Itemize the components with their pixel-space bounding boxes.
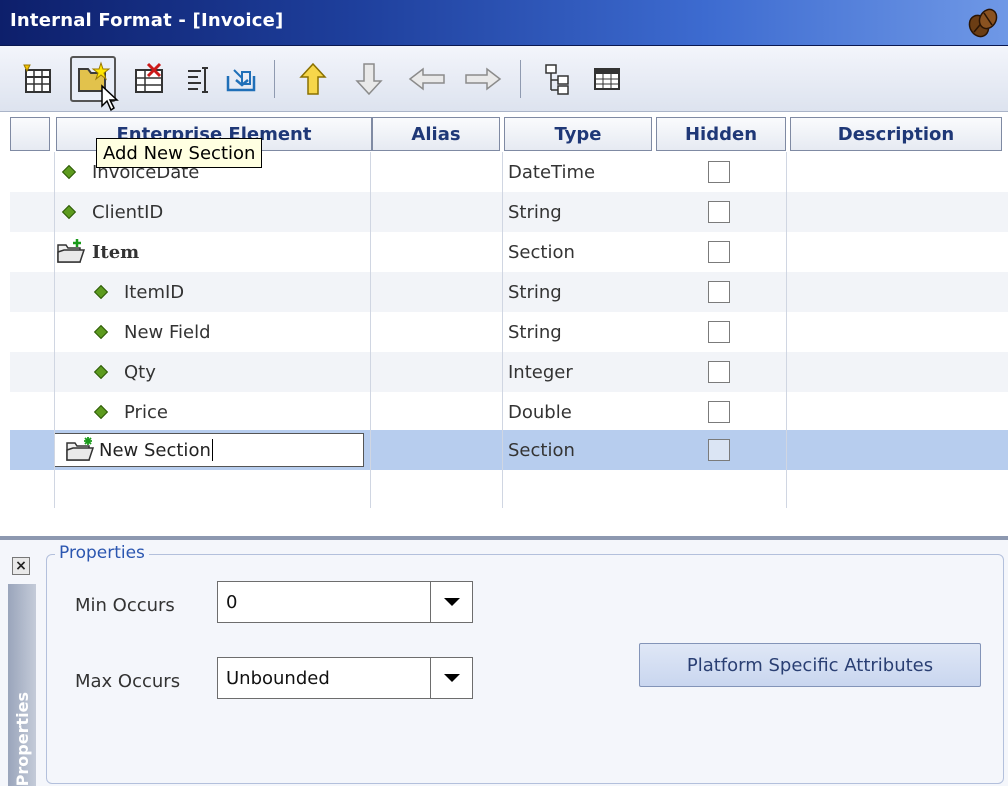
- field-icon: [61, 164, 77, 180]
- field-icon: [93, 364, 109, 380]
- element-name: ItemID: [124, 281, 185, 303]
- element-type: Double: [508, 401, 572, 423]
- move-down-icon: [355, 63, 383, 96]
- import-icon: [226, 69, 256, 92]
- min-occurs-value: 0: [226, 591, 238, 613]
- element-name: New Section: [99, 439, 211, 461]
- move-down-button[interactable]: [346, 56, 392, 102]
- move-right-button[interactable]: [460, 56, 506, 102]
- move-up-icon: [299, 62, 327, 95]
- hidden-checkbox[interactable]: [708, 321, 730, 343]
- column-divider: [370, 152, 371, 508]
- element-name: Price: [124, 401, 168, 423]
- element-name: New Field: [124, 321, 211, 343]
- hidden-checkbox[interactable]: [708, 201, 730, 223]
- column-header-alias[interactable]: Alias: [372, 117, 500, 151]
- hidden-checkbox[interactable]: [708, 281, 730, 303]
- element-name: Item: [92, 241, 140, 263]
- table-row[interactable]: Qty Integer: [10, 352, 1008, 392]
- properties-icon: [188, 67, 208, 93]
- window-title: Internal Format - [Invoice]: [10, 10, 284, 31]
- tooltip: Add New Section: [96, 138, 263, 168]
- move-up-button[interactable]: [290, 56, 336, 102]
- toolbar-separator: [520, 60, 521, 98]
- min-occurs-label: Min Occurs: [75, 595, 175, 616]
- element-name: Qty: [124, 361, 156, 383]
- delete-section-button[interactable]: [126, 56, 172, 102]
- column-divider: [502, 152, 503, 508]
- toolbar: [0, 46, 1008, 112]
- table-row[interactable]: Price Double: [10, 392, 1008, 432]
- properties-button[interactable]: [176, 56, 222, 102]
- column-header-description[interactable]: Description: [790, 117, 1002, 151]
- element-type: Section: [508, 439, 575, 461]
- mouse-cursor-icon: [101, 84, 119, 112]
- element-grid: Enterprise Element Alias Type Hidden Des…: [10, 112, 1008, 538]
- element-name-edit-field[interactable]: New Section: [54, 433, 364, 467]
- properties-group: Properties Min Occurs 0 Max Occurs Unbou…: [46, 543, 1004, 784]
- field-icon: [93, 404, 109, 420]
- table-row[interactable]: ItemID String: [10, 272, 1008, 312]
- field-icon: [93, 284, 109, 300]
- element-name: ClientID: [92, 201, 164, 223]
- move-left-button[interactable]: [404, 56, 450, 102]
- add-field-icon: [23, 64, 51, 93]
- element-type: Section: [508, 241, 575, 263]
- field-icon: [93, 324, 109, 340]
- close-icon[interactable]: ×: [12, 557, 30, 575]
- section-folder-icon: [57, 239, 86, 263]
- add-new-section-button[interactable]: [70, 56, 119, 112]
- column-header-type[interactable]: Type: [504, 117, 652, 151]
- table-row[interactable]: Item Section: [10, 232, 1008, 272]
- move-left-icon: [408, 67, 445, 91]
- hidden-checkbox[interactable]: [708, 361, 730, 383]
- move-right-icon: [465, 67, 502, 91]
- element-type: Integer: [508, 361, 573, 383]
- max-occurs-label: Max Occurs: [75, 671, 181, 692]
- properties-side-tab[interactable]: Properties: [8, 584, 36, 786]
- field-icon: [61, 204, 77, 220]
- element-type: DateTime: [508, 161, 596, 183]
- delete-icon: [135, 62, 163, 93]
- coffee-bean-icon: [968, 8, 998, 38]
- window-title-bar: Internal Format - [Invoice]: [0, 0, 1008, 46]
- platform-specific-attributes-button[interactable]: Platform Specific Attributes: [639, 643, 981, 687]
- column-header-hidden[interactable]: Hidden: [656, 117, 786, 151]
- row-selector-header[interactable]: [10, 117, 50, 151]
- properties-side-label: Properties: [12, 691, 32, 786]
- chevron-down-icon[interactable]: [430, 582, 472, 622]
- add-field-button[interactable]: [14, 56, 60, 102]
- text-caret: [211, 439, 213, 461]
- table-row-selected[interactable]: New Section Section: [10, 430, 1008, 470]
- grid-view-button[interactable]: [584, 56, 630, 102]
- hidden-checkbox[interactable]: [708, 439, 730, 461]
- toolbar-separator: [274, 60, 275, 98]
- hidden-checkbox[interactable]: [708, 241, 730, 263]
- import-button[interactable]: [218, 56, 264, 102]
- new-section-folder-icon: [66, 437, 95, 461]
- column-divider: [54, 152, 55, 508]
- table-row[interactable]: New Field String: [10, 312, 1008, 352]
- max-occurs-value: Unbounded: [226, 667, 330, 689]
- min-occurs-dropdown[interactable]: 0: [217, 581, 473, 623]
- grid-view-icon: [594, 68, 620, 90]
- properties-legend: Properties: [55, 543, 149, 563]
- properties-panel: × Properties Properties Min Occurs 0 Max…: [0, 540, 1008, 786]
- table-row[interactable]: ClientID String: [10, 192, 1008, 232]
- element-type: String: [508, 201, 562, 223]
- chevron-down-icon[interactable]: [430, 658, 472, 698]
- column-divider: [786, 152, 787, 508]
- tree-view-button[interactable]: [534, 56, 580, 102]
- hidden-checkbox[interactable]: [708, 401, 730, 423]
- max-occurs-dropdown[interactable]: Unbounded: [217, 657, 473, 699]
- hidden-checkbox[interactable]: [708, 161, 730, 183]
- tree-view-icon: [545, 64, 569, 95]
- element-type: String: [508, 281, 562, 303]
- element-type: String: [508, 321, 562, 343]
